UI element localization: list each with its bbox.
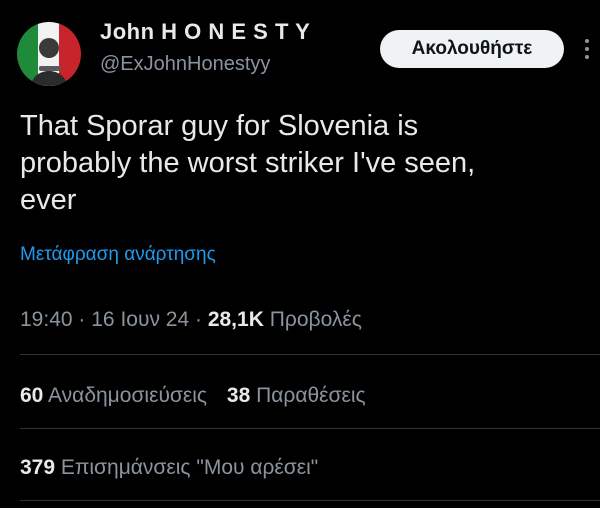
likes-stat[interactable]: 379 Επισημάνσεις "Μου αρέσει" xyxy=(20,456,318,480)
tweet-text-line: That Sporar guy for Slovenia is xyxy=(20,110,419,142)
dot xyxy=(585,39,589,43)
dot xyxy=(585,55,589,59)
quotes-count: 38 xyxy=(226,384,251,407)
dot xyxy=(585,47,589,51)
likes-row: 379 Επισημάνσεις "Μου αρέσει" xyxy=(20,456,318,480)
views-label: Προβολές xyxy=(269,308,362,331)
meta-separator: · xyxy=(194,308,202,331)
tweet-text-line: probably the worst striker I've seen, xyxy=(20,147,476,179)
more-options-icon[interactable] xyxy=(580,31,594,67)
divider xyxy=(20,428,600,429)
tweet-card: John H O N E S T Y @ExJohnHonestyy Ακολο… xyxy=(0,0,600,508)
reposts-count: 60 xyxy=(20,384,44,407)
translate-post-link[interactable]: Μετάφραση ανάρτησης xyxy=(20,244,216,266)
post-date[interactable]: 16 Ιουν 24 xyxy=(91,308,189,331)
views-count: 28,1K xyxy=(207,308,264,331)
divider xyxy=(20,500,600,501)
meta-separator: · xyxy=(78,308,86,331)
user-handle[interactable]: @ExJohnHonestyy xyxy=(100,53,270,76)
tweet-meta: 19:40 · 16 Ιουν 24 · 28,1K Προβολές xyxy=(20,308,362,332)
reposts-stat[interactable]: 60 Αναδημοσιεύσεις xyxy=(20,384,207,408)
profile-photo-avatar-icon xyxy=(17,22,81,86)
engagement-row: 60 Αναδημοσιεύσεις 38 Παραθέσεις xyxy=(20,384,366,408)
likes-count: 379 xyxy=(20,456,56,479)
tweet-text: That Sporar guy for Slovenia is probably… xyxy=(20,108,580,219)
avatar[interactable] xyxy=(17,22,81,86)
likes-label: Επισημάνσεις "Μου αρέσει" xyxy=(60,456,319,479)
post-time[interactable]: 19:40 xyxy=(20,308,73,331)
tweet-text-line: ever xyxy=(20,184,77,216)
display-name[interactable]: John H O N E S T Y xyxy=(100,19,310,45)
quotes-label: Παραθέσεις xyxy=(256,384,366,407)
divider xyxy=(20,354,600,355)
follow-button[interactable]: Ακολουθήστε xyxy=(380,30,564,68)
reposts-label: Αναδημοσιεύσεις xyxy=(48,384,208,407)
quotes-stat[interactable]: 38 Παραθέσεις xyxy=(227,384,366,408)
